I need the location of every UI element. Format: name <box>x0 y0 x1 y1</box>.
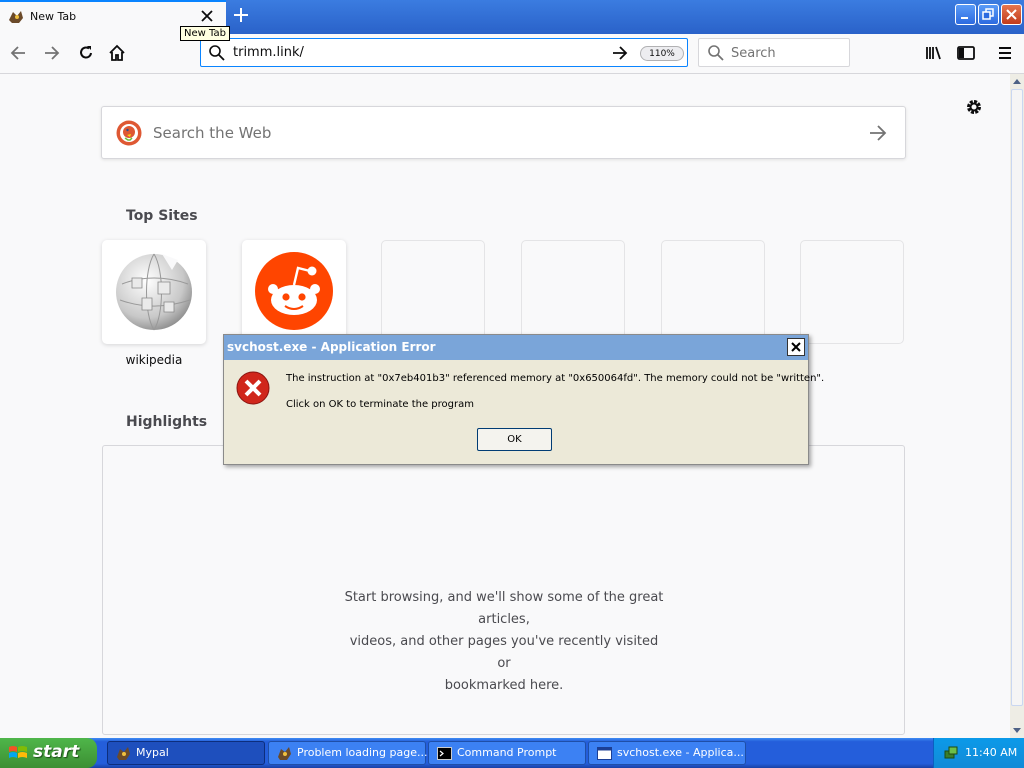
error-icon <box>236 371 270 405</box>
cmd-icon <box>437 747 452 760</box>
dialog-error-message: The instruction at "0x7eb401b3" referenc… <box>286 373 825 384</box>
minimize-icon <box>961 17 968 19</box>
network-tray-icon[interactable] <box>943 745 959 761</box>
reddit-logo-icon <box>255 252 333 330</box>
search-icon <box>708 45 724 61</box>
taskbar: start Mypal Problem loading page... Comm… <box>0 738 1024 768</box>
tab-title: New Tab <box>30 10 77 23</box>
top-site-tile-empty[interactable] <box>800 240 904 344</box>
taskbar-item-label: Command Prompt <box>457 746 557 759</box>
taskbar-item-label: Problem loading page... <box>297 746 428 759</box>
dialog-titlebar[interactable]: svchost.exe - Application Error <box>224 335 808 360</box>
web-search-placeholder: Search the Web <box>153 124 272 142</box>
url-bar[interactable]: trimm.link/ 110% <box>200 38 688 67</box>
home-icon[interactable] <box>107 43 127 63</box>
mypal-icon <box>278 747 291 760</box>
scrollbar-thumb[interactable] <box>1011 89 1023 706</box>
clock[interactable]: 11:40 AM <box>965 746 1017 759</box>
new-tab-plus-icon[interactable] <box>232 6 250 24</box>
taskbar-item-mypal[interactable]: Mypal <box>107 741 265 765</box>
tab-tooltip: New Tab <box>180 26 230 41</box>
dialog-close-button[interactable] <box>787 338 805 356</box>
highlights-message-line: Start browsing, and we'll show some of t… <box>344 590 664 627</box>
scroll-up-arrow-icon[interactable] <box>1010 74 1024 90</box>
dialog-title: svchost.exe - Application Error <box>227 340 436 354</box>
highlights-message: Start browsing, and we'll show some of t… <box>343 587 665 697</box>
search-bar[interactable]: Search <box>698 38 850 67</box>
top-sites-heading: Top Sites <box>126 208 198 224</box>
taskbar-item-svchost[interactable]: svchost.exe - Applica... <box>588 741 746 765</box>
taskbar-item-label: svchost.exe - Applica... <box>617 746 744 759</box>
highlights-empty-state: Start browsing, and we'll show some of t… <box>102 445 905 735</box>
taskbar-item-problem-loading[interactable]: Problem loading page... <box>268 741 428 765</box>
taskbar-item-label: Mypal <box>136 746 169 759</box>
application-error-dialog: svchost.exe - Application Error The inst… <box>223 334 824 465</box>
top-site-label-wikipedia: wikipedia <box>125 353 183 367</box>
top-site-tile-empty[interactable] <box>661 240 765 344</box>
window-close-button[interactable] <box>1001 4 1022 25</box>
library-icon[interactable] <box>924 43 944 63</box>
system-tray: 11:40 AM <box>933 738 1024 768</box>
search-icon <box>209 45 225 61</box>
back-arrow-icon[interactable] <box>8 43 28 63</box>
taskbar-item-command-prompt[interactable]: Command Prompt <box>428 741 586 765</box>
gear-icon[interactable] <box>964 97 984 117</box>
top-site-tile-reddit[interactable] <box>242 240 346 344</box>
top-site-tile-empty[interactable] <box>521 240 625 344</box>
dialog-instruction: Click on OK to terminate the program <box>286 399 474 410</box>
scroll-down-arrow-icon[interactable] <box>1010 722 1024 738</box>
mypal-favicon-icon <box>9 11 23 23</box>
top-site-tile-wikipedia[interactable] <box>102 240 206 344</box>
highlights-heading: Highlights <box>126 414 208 430</box>
start-button[interactable]: start <box>0 738 97 768</box>
hamburger-menu-icon[interactable] <box>995 43 1015 63</box>
restore-icon <box>982 8 994 20</box>
reload-icon[interactable] <box>76 43 96 63</box>
web-search-box[interactable]: Search the Web <box>101 106 906 159</box>
search-placeholder: Search <box>731 46 776 61</box>
restore-button[interactable] <box>978 4 999 25</box>
duckduckgo-logo-icon <box>116 120 142 146</box>
start-label: start <box>33 742 80 762</box>
forward-arrow-icon[interactable] <box>42 43 62 63</box>
zoom-indicator[interactable]: 110% <box>640 46 684 61</box>
url-text[interactable]: trimm.link/ <box>233 45 304 60</box>
sidebar-icon[interactable] <box>956 43 976 63</box>
ok-button[interactable]: OK <box>477 428 552 451</box>
close-icon[interactable] <box>199 8 215 24</box>
highlights-message-line: videos, and other pages you've recently … <box>349 634 659 671</box>
navigation-toolbar: trimm.link/ 110% Search <box>0 34 1024 74</box>
go-arrow-icon[interactable] <box>611 44 629 62</box>
close-icon <box>1006 9 1017 20</box>
title-bar: New Tab <box>0 0 1024 34</box>
top-site-tile-empty[interactable] <box>381 240 485 344</box>
close-icon <box>791 342 801 352</box>
window-icon <box>597 747 612 760</box>
highlights-message-line: bookmarked here. <box>444 678 564 693</box>
wikipedia-logo-icon <box>116 253 192 331</box>
minimize-button[interactable] <box>955 4 976 25</box>
windows-flag-icon <box>9 746 27 758</box>
mypal-icon <box>117 747 130 760</box>
vertical-scrollbar[interactable] <box>1010 74 1024 738</box>
search-go-arrow-icon[interactable] <box>868 123 888 143</box>
